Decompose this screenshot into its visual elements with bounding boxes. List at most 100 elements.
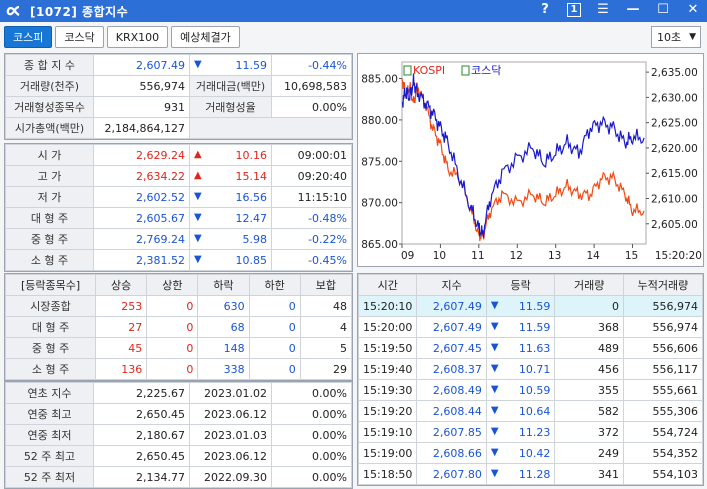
plot-area [401,61,647,245]
tick-volume: 368 [554,316,624,338]
tick-index: 2,608.66 [416,442,487,464]
yearly-value: 2,180.67 [93,424,190,446]
updown-row: 소 형 주 136 0 338 0 29 [4,358,353,380]
tick-time: 15:18:50 [357,463,418,485]
tick-time: 15:19:50 [357,337,418,359]
tick-row[interactable]: 15:20:10 2,607.49 ▼ 11.59 0 556,974 [357,295,704,317]
left-tick-label: 865.00 [361,239,398,251]
volume-value: 556,974 [93,75,190,97]
tick-time: 15:19:20 [357,400,418,422]
updown-header-cell: 하한 [248,274,301,296]
ohlc-extra: 11:15:10 [271,186,352,208]
down-arrow-icon: ▼ [194,58,202,70]
yearly-label: 52 주 최저 [5,466,94,488]
limit-up-count: 0 [146,337,199,359]
minimize-icon[interactable]: — [625,2,641,17]
down-arrow-icon: ▼ [490,404,499,416]
tick-index: 2,607.85 [416,421,487,443]
right-tick-label: 2,610.00 [651,194,698,206]
x-tick-label: 15 [625,250,638,262]
tick-time: 15:19:40 [357,358,418,380]
tick-row[interactable]: 15:20:00 2,607.49 ▼ 11.59 368 556,974 [357,316,704,338]
tab-kospi[interactable]: 코스피 [4,26,53,48]
yearly-date: 2022.09.30 [189,466,272,488]
link-number-button[interactable]: 1 [567,2,581,17]
legend-checkbox-icon[interactable] [461,65,470,76]
down-arrow-icon: ▼ [490,341,499,353]
tab-expected[interactable]: 예상체결가 [171,26,240,48]
yearly-value: 2,650.45 [93,445,190,467]
ohlc-row: 중 형 주 2,769.24 ▼ 5.98 -0.22% [5,228,352,250]
maximize-icon[interactable]: ☐ [655,2,671,17]
tick-row[interactable]: 15:19:00 2,608.66 ▼ 10.42 249 554,352 [357,442,704,464]
left-tick-label: 875.00 [361,156,398,168]
tick-volume: 249 [554,442,624,464]
window-title: [1072] 종합지수 [30,4,129,19]
tick-index: 2,607.45 [416,337,487,359]
index-pct: -0.44% [271,54,352,76]
flat-count: 29 [299,358,353,380]
tick-cum-volume: 555,661 [622,379,704,401]
down-arrow-icon: ▼ [490,362,499,374]
down-arrow-icon: ▼ [490,320,499,332]
formed-rate-label: 거래형성율 [189,96,272,118]
tick-time: 15:19:00 [357,442,418,464]
tick-header-cell: 거래량 [554,274,624,296]
advance-decline-panel: [등락종목수] 상승 상한 하락 하한 보합 시장종합 253 0 630 0 48 대 형 주 27 0 6… [4,273,353,381]
intraday-chart: 885.00 880.00 875.00 870.00 865.00 2,635.00 2,… [357,53,704,267]
tick-row[interactable]: 15:19:10 2,607.85 ▼ 11.23 372 554,724 [357,421,704,443]
tick-row[interactable]: 15:18:50 2,607.80 ▼ 11.28 341 554,103 [357,463,704,485]
tick-row[interactable]: 15:19:30 2,608.49 ▼ 10.59 355 555,661 [357,379,704,401]
limit-down-count: 0 [248,316,301,338]
right-tick-label: 2,615.00 [651,168,698,180]
yearly-value: 2,225.67 [93,382,190,404]
tick-header-cell: 지수 [416,274,487,296]
menu-icon[interactable]: ☰ [595,2,611,17]
x-tick-label: 14 [586,250,600,262]
limit-down-count: 0 [248,295,301,317]
tab-kosdaq[interactable]: 코스닥 [55,26,104,48]
yearly-date: 2023.01.03 [189,424,272,446]
yearly-label: 연중 최저 [5,424,94,446]
left-tick-label: 870.00 [361,198,398,210]
tick-volume: 582 [554,400,624,422]
legend-checkbox-icon[interactable] [403,65,412,76]
up-arrow-icon: ▲ [194,148,202,160]
legend-label: KOSPI [413,64,445,77]
down-count: 68 [197,316,250,338]
ohlc-label: 대 형 주 [5,207,94,229]
right-tick-label: 2,605.00 [651,219,698,231]
updown-label: 대 형 주 [4,316,97,338]
down-arrow-icon: ▼ [194,253,202,265]
tick-header-cell: 시간 [357,274,418,296]
tick-header-cell: 누적거래량 [622,274,704,296]
limit-up-count: 0 [146,358,199,380]
ohlc-change: 10.85 [235,253,268,267]
yearly-pct: 0.00% [271,466,352,488]
close-icon[interactable]: ✕ [685,2,701,17]
tick-row[interactable]: 15:19:20 2,608.44 ▼ 10.64 582 555,306 [357,400,704,422]
limit-down-count: 0 [248,337,301,359]
interval-select[interactable]: 10초 ▼ [651,26,701,48]
yearly-pct: 0.00% [271,445,352,467]
ohlc-extra: -0.22% [271,228,352,250]
ohlc-value: 2,634.22 [93,165,190,187]
tick-volume: 456 [554,358,624,380]
tick-row[interactable]: 15:19:50 2,607.45 ▼ 11.63 489 556,606 [357,337,704,359]
tick-row[interactable]: 15:19:40 2,608.37 ▼ 10.71 456 556,117 [357,358,704,380]
tick-cum-volume: 555,306 [622,400,704,422]
tab-krx100[interactable]: KRX100 [106,26,169,48]
tick-panel: 시간 지수 등락 거래량 누적거래량 15:20:10 2,607.49 ▼ 11.59 0 556… [357,273,704,486]
index-label: 종 합 지 수 [5,54,94,76]
updown-header: [등락종목수] 상승 상한 하락 하한 보합 [4,274,353,296]
yearly-row: 52 주 최저 2,134.77 2022.09.30 0.00% [5,466,352,488]
flat-count: 5 [299,337,353,359]
help-button[interactable]: ? [537,2,553,17]
ohlc-label: 소 형 주 [5,249,94,271]
app-logo-icon [4,2,24,20]
updown-row: 중 형 주 45 0 148 0 5 [4,337,353,359]
tick-change: 11.23 [518,425,551,439]
down-count: 338 [197,358,250,380]
volume-label: 거래량(천주) [5,75,94,97]
yearly-pct: 0.00% [271,424,352,446]
